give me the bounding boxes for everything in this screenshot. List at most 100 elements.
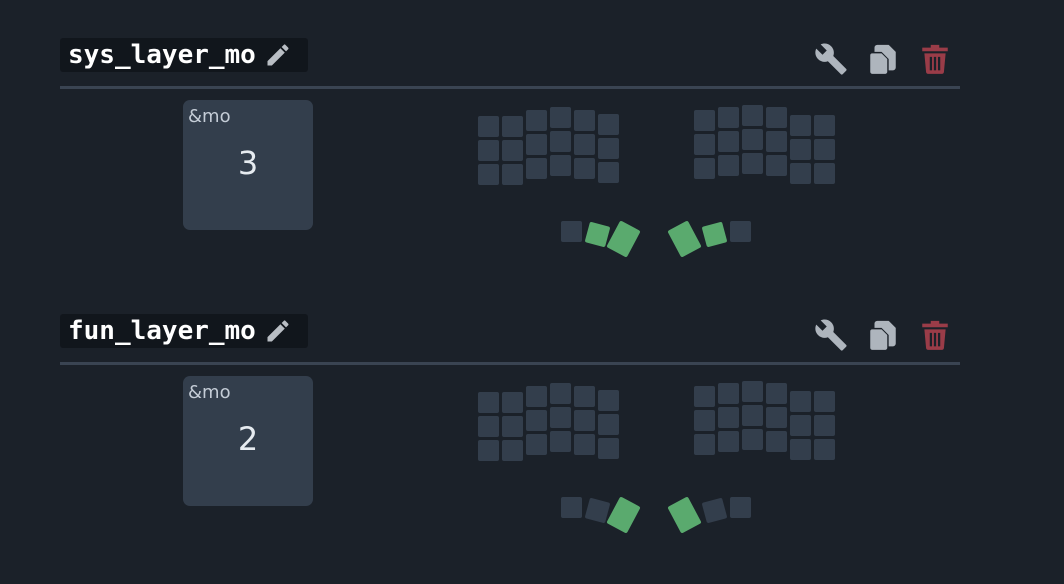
key[interactable] bbox=[694, 386, 715, 407]
key[interactable] bbox=[502, 416, 523, 437]
key[interactable] bbox=[584, 497, 611, 524]
key-selected[interactable] bbox=[701, 221, 728, 248]
key[interactable] bbox=[701, 497, 728, 524]
key[interactable] bbox=[790, 415, 811, 436]
pencil-icon[interactable] bbox=[264, 317, 292, 345]
key[interactable] bbox=[502, 116, 523, 137]
trash-icon[interactable] bbox=[918, 318, 952, 352]
key[interactable] bbox=[550, 155, 571, 176]
key[interactable] bbox=[502, 164, 523, 185]
combo-name-box[interactable]: fun_layer_mo bbox=[60, 314, 308, 348]
key[interactable] bbox=[814, 163, 835, 184]
key[interactable] bbox=[790, 391, 811, 412]
key[interactable] bbox=[502, 140, 523, 161]
key[interactable] bbox=[790, 139, 811, 160]
wrench-icon[interactable] bbox=[814, 42, 848, 76]
key[interactable] bbox=[526, 134, 547, 155]
key[interactable] bbox=[742, 153, 763, 174]
key[interactable] bbox=[574, 134, 595, 155]
key[interactable] bbox=[478, 392, 499, 413]
combo-name-box[interactable]: sys_layer_mo bbox=[60, 38, 308, 72]
copy-icon[interactable] bbox=[866, 318, 900, 352]
key[interactable] bbox=[694, 134, 715, 155]
key[interactable] bbox=[478, 416, 499, 437]
copy-icon[interactable] bbox=[866, 42, 900, 76]
wrench-icon[interactable] bbox=[814, 318, 848, 352]
key[interactable] bbox=[478, 140, 499, 161]
key[interactable] bbox=[478, 440, 499, 461]
pencil-icon[interactable] bbox=[264, 41, 292, 69]
key[interactable] bbox=[790, 439, 811, 460]
key[interactable] bbox=[526, 434, 547, 455]
key[interactable] bbox=[766, 131, 787, 152]
key[interactable] bbox=[766, 431, 787, 452]
key[interactable] bbox=[598, 138, 619, 159]
key[interactable] bbox=[814, 391, 835, 412]
key[interactable] bbox=[550, 107, 571, 128]
key[interactable] bbox=[766, 107, 787, 128]
key[interactable] bbox=[478, 116, 499, 137]
key[interactable] bbox=[790, 163, 811, 184]
key[interactable] bbox=[742, 405, 763, 426]
key[interactable] bbox=[718, 383, 739, 404]
key[interactable] bbox=[574, 158, 595, 179]
key[interactable] bbox=[574, 410, 595, 431]
key-selected[interactable] bbox=[606, 496, 641, 534]
key[interactable] bbox=[814, 139, 835, 160]
key[interactable] bbox=[478, 164, 499, 185]
key-selected[interactable] bbox=[667, 496, 702, 534]
key-selected[interactable] bbox=[584, 221, 611, 248]
key[interactable] bbox=[718, 407, 739, 428]
key[interactable] bbox=[561, 221, 582, 242]
key[interactable] bbox=[766, 407, 787, 428]
key[interactable] bbox=[766, 383, 787, 404]
behavior-card[interactable]: &mo 3 bbox=[183, 100, 313, 230]
key-selected[interactable] bbox=[667, 220, 702, 258]
key[interactable] bbox=[598, 114, 619, 135]
key[interactable] bbox=[526, 110, 547, 131]
trash-icon[interactable] bbox=[918, 42, 952, 76]
combo-actions bbox=[814, 318, 952, 352]
key[interactable] bbox=[730, 221, 751, 242]
key[interactable] bbox=[718, 107, 739, 128]
key[interactable] bbox=[502, 392, 523, 413]
key[interactable] bbox=[574, 386, 595, 407]
key[interactable] bbox=[526, 386, 547, 407]
key[interactable] bbox=[730, 497, 751, 518]
key[interactable] bbox=[790, 115, 811, 136]
key[interactable] bbox=[598, 162, 619, 183]
behavior-card[interactable]: &mo 2 bbox=[183, 376, 313, 506]
key[interactable] bbox=[502, 440, 523, 461]
key[interactable] bbox=[742, 429, 763, 450]
key[interactable] bbox=[598, 414, 619, 435]
key[interactable] bbox=[574, 110, 595, 131]
key[interactable] bbox=[550, 383, 571, 404]
key[interactable] bbox=[814, 439, 835, 460]
key[interactable] bbox=[718, 431, 739, 452]
key[interactable] bbox=[550, 131, 571, 152]
key[interactable] bbox=[742, 381, 763, 402]
key[interactable] bbox=[550, 407, 571, 428]
key[interactable] bbox=[718, 131, 739, 152]
key-selected[interactable] bbox=[606, 220, 641, 258]
key[interactable] bbox=[561, 497, 582, 518]
behavior-param: 3 bbox=[237, 144, 259, 182]
key[interactable] bbox=[598, 390, 619, 411]
key[interactable] bbox=[694, 410, 715, 431]
key[interactable] bbox=[526, 158, 547, 179]
behavior-param: 2 bbox=[237, 420, 259, 458]
key[interactable] bbox=[694, 434, 715, 455]
key[interactable] bbox=[574, 434, 595, 455]
key[interactable] bbox=[766, 155, 787, 176]
key[interactable] bbox=[526, 410, 547, 431]
key[interactable] bbox=[550, 431, 571, 452]
key[interactable] bbox=[814, 115, 835, 136]
key[interactable] bbox=[718, 155, 739, 176]
key[interactable] bbox=[742, 129, 763, 150]
key[interactable] bbox=[694, 158, 715, 179]
key[interactable] bbox=[742, 105, 763, 126]
key[interactable] bbox=[598, 438, 619, 459]
key[interactable] bbox=[814, 415, 835, 436]
key[interactable] bbox=[694, 110, 715, 131]
combo-actions bbox=[814, 42, 952, 76]
